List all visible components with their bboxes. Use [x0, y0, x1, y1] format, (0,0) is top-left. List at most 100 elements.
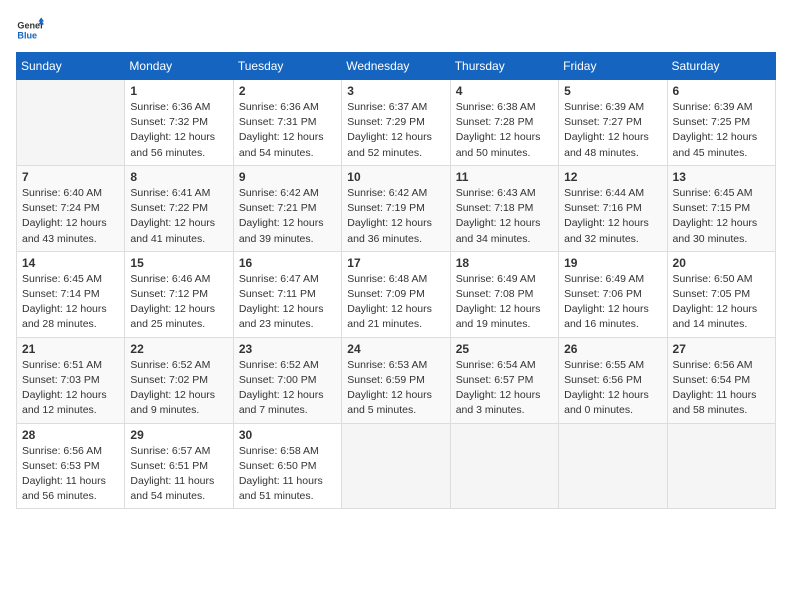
calendar-cell: 19 Sunrise: 6:49 AM Sunset: 7:06 PM Dayli…	[559, 251, 667, 337]
day-number: 7	[22, 170, 119, 184]
day-number: 16	[239, 256, 336, 270]
day-info: Sunrise: 6:42 AM Sunset: 7:21 PM Dayligh…	[239, 186, 336, 247]
day-number: 9	[239, 170, 336, 184]
day-number: 1	[130, 84, 227, 98]
logo-icon: General Blue	[16, 16, 44, 44]
calendar-cell: 21Sunrise: 6:51 AM Sunset: 7:03 PM Dayli…	[17, 337, 125, 423]
day-number: 27	[673, 342, 770, 356]
day-info: Sunrise: 6:42 AM Sunset: 7:19 PM Dayligh…	[347, 186, 444, 247]
day-info: Sunrise: 6:56 AM Sunset: 6:53 PM Dayligh…	[22, 444, 119, 505]
calendar-cell	[667, 423, 775, 509]
day-number: 11	[456, 170, 553, 184]
calendar-cell: 22 Sunrise: 6:52 AM Sunset: 7:02 PM Dayli…	[125, 337, 233, 423]
calendar-cell: 13Sunrise: 6:45 AM Sunset: 7:15 PM Dayli…	[667, 165, 775, 251]
day-info: Sunrise: 6:49 AM Sunset: 7:06 PM Dayligh…	[564, 272, 661, 333]
calendar-cell	[450, 423, 558, 509]
day-number: 10	[347, 170, 444, 184]
calendar-cell: 16 Sunrise: 6:47 AM Sunset: 7:11 PM Dayli…	[233, 251, 341, 337]
day-number: 19	[564, 256, 661, 270]
page-header: General Blue	[16, 16, 776, 44]
day-info: Sunrise: 6:48 AM Sunset: 7:09 PM Dayligh…	[347, 272, 444, 333]
day-number: 6	[673, 84, 770, 98]
calendar-cell: 2 Sunrise: 6:36 AM Sunset: 7:31 PM Daylig…	[233, 80, 341, 166]
day-header-sunday: Sunday	[17, 53, 125, 80]
calendar-cell: 4 Sunrise: 6:38 AM Sunset: 7:28 PM Daylig…	[450, 80, 558, 166]
day-info: Sunrise: 6:44 AM Sunset: 7:16 PM Dayligh…	[564, 186, 661, 247]
calendar-cell: 6 Sunrise: 6:39 AM Sunset: 7:25 PM Daylig…	[667, 80, 775, 166]
day-info: Sunrise: 6:54 AM Sunset: 6:57 PM Dayligh…	[456, 358, 553, 419]
day-number: 12	[564, 170, 661, 184]
calendar-week-row: 7 Sunrise: 6:40 AM Sunset: 7:24 PM Daylig…	[17, 165, 776, 251]
calendar-cell	[17, 80, 125, 166]
day-info: Sunrise: 6:37 AM Sunset: 7:29 PM Dayligh…	[347, 100, 444, 161]
day-number: 3	[347, 84, 444, 98]
day-info: Sunrise: 6:50 AM Sunset: 7:05 PM Dayligh…	[673, 272, 770, 333]
day-info: Sunrise: 6:36 AM Sunset: 7:32 PM Dayligh…	[130, 100, 227, 161]
day-number: 8	[130, 170, 227, 184]
day-info: Sunrise: 6:51 AM Sunset: 7:03 PM Dayligh…	[22, 358, 119, 419]
calendar-cell: 14 Sunrise: 6:45 AM Sunset: 7:14 PM Dayli…	[17, 251, 125, 337]
calendar-cell: 10 Sunrise: 6:42 AM Sunset: 7:19 PM Dayli…	[342, 165, 450, 251]
day-info: Sunrise: 6:43 AM Sunset: 7:18 PM Dayligh…	[456, 186, 553, 247]
logo: General Blue	[16, 16, 48, 44]
day-info: Sunrise: 6:36 AM Sunset: 7:31 PM Dayligh…	[239, 100, 336, 161]
day-info: Sunrise: 6:39 AM Sunset: 7:27 PM Dayligh…	[564, 100, 661, 161]
day-number: 22	[130, 342, 227, 356]
day-number: 14	[22, 256, 119, 270]
day-number: 15	[130, 256, 227, 270]
calendar-cell: 29 Sunrise: 6:57 AM Sunset: 6:51 PM Dayli…	[125, 423, 233, 509]
day-info: Sunrise: 6:46 AM Sunset: 7:12 PM Dayligh…	[130, 272, 227, 333]
day-header-thursday: Thursday	[450, 53, 558, 80]
day-info: Sunrise: 6:57 AM Sunset: 6:51 PM Dayligh…	[130, 444, 227, 505]
svg-text:Blue: Blue	[17, 30, 37, 40]
day-info: Sunrise: 6:56 AM Sunset: 6:54 PM Dayligh…	[673, 358, 770, 419]
calendar-cell: 5 Sunrise: 6:39 AM Sunset: 7:27 PM Daylig…	[559, 80, 667, 166]
calendar-cell: 11 Sunrise: 6:43 AM Sunset: 7:18 PM Dayli…	[450, 165, 558, 251]
calendar-week-row: 14 Sunrise: 6:45 AM Sunset: 7:14 PM Dayli…	[17, 251, 776, 337]
calendar-cell: 30Sunrise: 6:58 AM Sunset: 6:50 PM Dayli…	[233, 423, 341, 509]
calendar-cell: 18 Sunrise: 6:49 AM Sunset: 7:08 PM Dayli…	[450, 251, 558, 337]
calendar-cell: 3 Sunrise: 6:37 AM Sunset: 7:29 PM Daylig…	[342, 80, 450, 166]
day-number: 5	[564, 84, 661, 98]
day-info: Sunrise: 6:55 AM Sunset: 6:56 PM Dayligh…	[564, 358, 661, 419]
calendar-cell	[342, 423, 450, 509]
calendar-table: SundayMondayTuesdayWednesdayThursdayFrid…	[16, 52, 776, 509]
calendar-cell: 24 Sunrise: 6:53 AM Sunset: 6:59 PM Dayli…	[342, 337, 450, 423]
day-info: Sunrise: 6:40 AM Sunset: 7:24 PM Dayligh…	[22, 186, 119, 247]
day-info: Sunrise: 6:38 AM Sunset: 7:28 PM Dayligh…	[456, 100, 553, 161]
day-info: Sunrise: 6:53 AM Sunset: 6:59 PM Dayligh…	[347, 358, 444, 419]
calendar-cell: 15 Sunrise: 6:46 AM Sunset: 7:12 PM Dayli…	[125, 251, 233, 337]
calendar-cell: 27 Sunrise: 6:56 AM Sunset: 6:54 PM Dayli…	[667, 337, 775, 423]
day-info: Sunrise: 6:52 AM Sunset: 7:02 PM Dayligh…	[130, 358, 227, 419]
day-number: 13	[673, 170, 770, 184]
day-number: 17	[347, 256, 444, 270]
calendar-cell: 9 Sunrise: 6:42 AM Sunset: 7:21 PM Daylig…	[233, 165, 341, 251]
day-info: Sunrise: 6:47 AM Sunset: 7:11 PM Dayligh…	[239, 272, 336, 333]
day-header-tuesday: Tuesday	[233, 53, 341, 80]
day-number: 23	[239, 342, 336, 356]
day-number: 29	[130, 428, 227, 442]
calendar-cell: 26Sunrise: 6:55 AM Sunset: 6:56 PM Dayli…	[559, 337, 667, 423]
day-number: 24	[347, 342, 444, 356]
day-number: 4	[456, 84, 553, 98]
calendar-cell: 17 Sunrise: 6:48 AM Sunset: 7:09 PM Dayli…	[342, 251, 450, 337]
day-number: 25	[456, 342, 553, 356]
calendar-cell: 28 Sunrise: 6:56 AM Sunset: 6:53 PM Dayli…	[17, 423, 125, 509]
day-number: 18	[456, 256, 553, 270]
day-header-monday: Monday	[125, 53, 233, 80]
calendar-cell: 20 Sunrise: 6:50 AM Sunset: 7:05 PM Dayli…	[667, 251, 775, 337]
day-number: 2	[239, 84, 336, 98]
day-number: 28	[22, 428, 119, 442]
day-info: Sunrise: 6:52 AM Sunset: 7:00 PM Dayligh…	[239, 358, 336, 419]
day-info: Sunrise: 6:39 AM Sunset: 7:25 PM Dayligh…	[673, 100, 770, 161]
day-info: Sunrise: 6:49 AM Sunset: 7:08 PM Dayligh…	[456, 272, 553, 333]
calendar-cell: 23 Sunrise: 6:52 AM Sunset: 7:00 PM Dayli…	[233, 337, 341, 423]
day-number: 20	[673, 256, 770, 270]
day-info: Sunrise: 6:45 AM Sunset: 7:14 PM Dayligh…	[22, 272, 119, 333]
calendar-cell: 7 Sunrise: 6:40 AM Sunset: 7:24 PM Daylig…	[17, 165, 125, 251]
calendar-cell: 12 Sunrise: 6:44 AM Sunset: 7:16 PM Dayli…	[559, 165, 667, 251]
day-header-wednesday: Wednesday	[342, 53, 450, 80]
calendar-week-row: 1 Sunrise: 6:36 AM Sunset: 7:32 PM Daylig…	[17, 80, 776, 166]
day-info: Sunrise: 6:41 AM Sunset: 7:22 PM Dayligh…	[130, 186, 227, 247]
calendar-week-row: 28 Sunrise: 6:56 AM Sunset: 6:53 PM Dayli…	[17, 423, 776, 509]
